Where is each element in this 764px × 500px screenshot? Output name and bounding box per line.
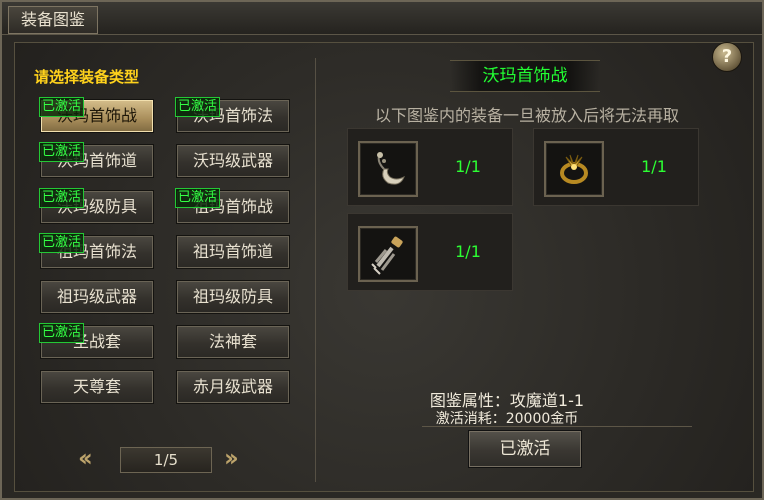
- item-count: 1/1: [641, 157, 667, 176]
- activated-badge: 已激活: [39, 233, 85, 253]
- category-button[interactable]: 沃玛级武器: [176, 144, 290, 178]
- category-label: 天尊套: [72, 377, 121, 396]
- collection-window: 装备图鉴 ? 请选择装备类型 沃玛首饰战 已激活 沃玛首饰法 已激活 沃玛首饰道…: [0, 0, 764, 500]
- activated-badge: 已激活: [175, 97, 221, 117]
- item-card: 1/1: [533, 128, 699, 206]
- notice-text: 以下图鉴内的装备一旦被放入后将无法再取: [374, 106, 679, 125]
- set-title: 沃玛首饰战: [450, 60, 600, 92]
- bracelet-icon: [371, 236, 403, 275]
- necklace-icon: [377, 152, 405, 185]
- window-title: 装备图鉴: [8, 6, 99, 34]
- category-label: 法神套: [208, 332, 257, 351]
- activated-badge: 已激活: [39, 188, 85, 208]
- category-label: 祖玛首饰道: [192, 242, 273, 261]
- panel-divider: [315, 58, 316, 482]
- item-card: 1/1: [347, 128, 513, 206]
- category-button[interactable]: 天尊套: [40, 370, 154, 404]
- title-bar[interactable]: 装备图鉴: [2, 2, 762, 35]
- divider-line: [422, 426, 692, 427]
- activated-badge: 已激活: [39, 97, 85, 117]
- ring-icon: [560, 154, 588, 184]
- category-label: 祖玛级防具: [192, 287, 273, 306]
- category-button[interactable]: 法神套: [176, 325, 290, 359]
- activated-badge: 已激活: [39, 142, 85, 162]
- item-slot[interactable]: [544, 141, 604, 197]
- double-chevron-left-icon[interactable]: ‹‹: [78, 446, 93, 470]
- category-button[interactable]: 沃玛首饰法 已激活: [175, 97, 290, 133]
- category-button[interactable]: 沃玛级防具 已激活: [39, 188, 154, 224]
- category-button[interactable]: 圣战套 已激活: [39, 323, 154, 359]
- category-button[interactable]: 祖玛级防具: [176, 280, 290, 314]
- category-button[interactable]: 祖玛首饰战 已激活: [175, 188, 290, 224]
- category-label: 赤月级武器: [192, 377, 273, 396]
- help-button[interactable]: ?: [712, 42, 742, 72]
- category-button[interactable]: 祖玛首饰法 已激活: [39, 233, 154, 269]
- page-indicator: 1/5: [120, 447, 212, 473]
- category-label: 祖玛级武器: [56, 287, 137, 306]
- activation-cost: 激活消耗：20000金币: [435, 411, 579, 427]
- category-button[interactable]: 祖玛首饰道: [176, 235, 290, 269]
- category-prompt: 请选择装备类型: [34, 68, 140, 86]
- category-button[interactable]: 祖玛级武器: [40, 280, 154, 314]
- activate-button[interactable]: 已激活: [468, 430, 582, 468]
- activated-badge: 已激活: [39, 323, 85, 343]
- activated-badge: 已激活: [175, 188, 221, 208]
- category-button[interactable]: 赤月级武器: [176, 370, 290, 404]
- category-label: 沃玛级武器: [192, 151, 273, 170]
- item-slot[interactable]: [358, 141, 418, 197]
- category-button[interactable]: 沃玛首饰道 已激活: [39, 142, 154, 178]
- item-count: 1/1: [455, 157, 481, 176]
- item-slot[interactable]: [358, 226, 418, 282]
- item-count: 1/1: [455, 242, 481, 261]
- category-button[interactable]: 沃玛首饰战 已激活: [39, 97, 154, 133]
- item-card: 1/1: [347, 213, 513, 291]
- double-chevron-right-icon[interactable]: ››: [224, 446, 239, 470]
